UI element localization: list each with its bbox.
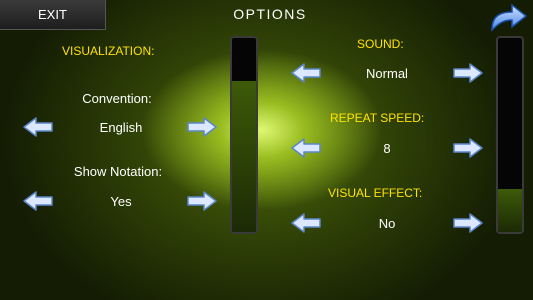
effect-next-arrow-icon[interactable] — [452, 212, 484, 234]
show-notation-value: Yes — [110, 194, 132, 209]
visual-effect-value: No — [378, 216, 396, 231]
speed-prev-arrow-icon[interactable] — [290, 137, 322, 159]
sound-label: SOUND: — [357, 37, 404, 51]
repeat-speed-label: REPEAT SPEED: — [330, 111, 425, 125]
exit-button[interactable]: EXIT — [0, 0, 106, 30]
visualization-heading: VISUALIZATION: — [62, 44, 155, 58]
page-title: OPTIONS — [233, 6, 307, 22]
sound-next-arrow-icon[interactable] — [452, 62, 484, 84]
notation-prev-arrow-icon[interactable] — [22, 190, 54, 212]
left-slider[interactable] — [230, 36, 258, 234]
back-icon[interactable] — [486, 2, 530, 34]
convention-value: English — [99, 120, 143, 135]
right-slider-fill — [498, 189, 522, 232]
notation-next-arrow-icon[interactable] — [186, 190, 218, 212]
repeat-speed-value: 8 — [383, 141, 391, 156]
left-slider-fill — [232, 80, 256, 232]
sound-prev-arrow-icon[interactable] — [290, 62, 322, 84]
visual-effect-label: VISUAL EFFECT: — [328, 186, 423, 200]
convention-next-arrow-icon[interactable] — [186, 116, 218, 138]
sound-value: Normal — [366, 66, 408, 81]
convention-label: Convention: — [82, 91, 152, 106]
speed-next-arrow-icon[interactable] — [452, 137, 484, 159]
show-notation-label: Show Notation: — [73, 164, 163, 179]
right-slider[interactable] — [496, 36, 524, 234]
convention-prev-arrow-icon[interactable] — [22, 116, 54, 138]
effect-prev-arrow-icon[interactable] — [290, 212, 322, 234]
